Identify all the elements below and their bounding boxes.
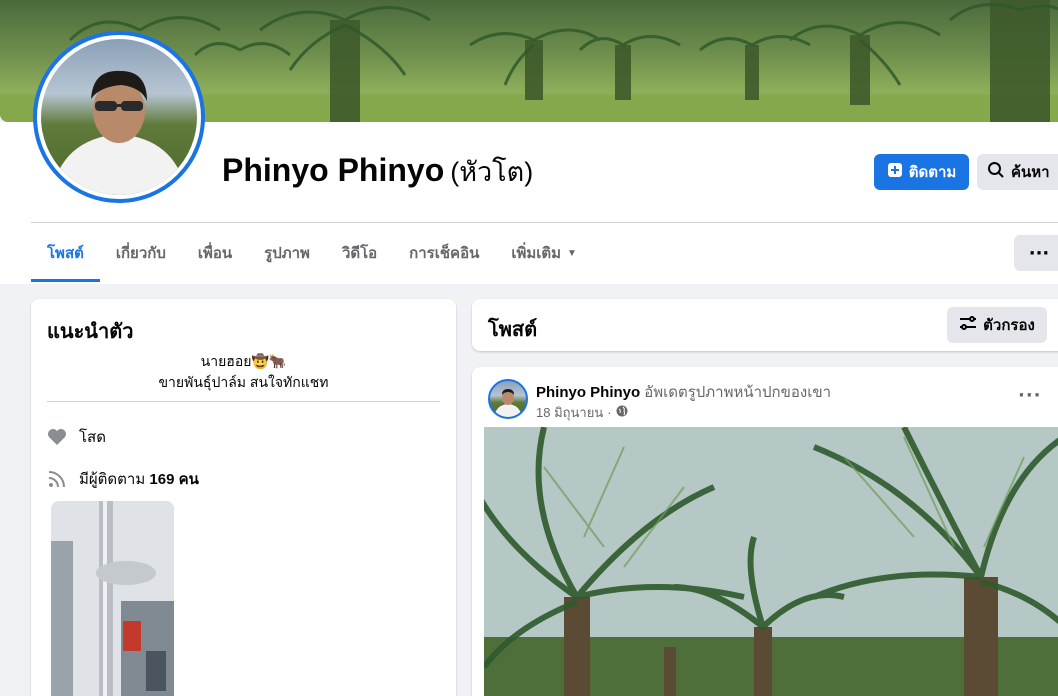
- tab-label: เพื่อน: [197, 245, 233, 262]
- tab-about[interactable]: เกี่ยวกับ: [100, 224, 182, 282]
- relationship-status: โสด: [79, 429, 106, 446]
- search-button-label: ค้นหา: [1011, 164, 1050, 181]
- profile-avatar[interactable]: [33, 31, 205, 203]
- tab-label: เพิ่มเติม: [511, 245, 562, 262]
- search-icon: [987, 161, 1005, 183]
- rss-icon: [47, 469, 67, 489]
- post-date[interactable]: 18 มิถุนายน: [536, 402, 603, 423]
- profile-name: Phinyo Phinyo (หัวโต): [222, 150, 533, 193]
- tab-photos[interactable]: รูปภาพ: [248, 224, 326, 282]
- sliders-icon: [959, 315, 977, 335]
- followers-text: มีผู้ติดตาม 169 คน: [79, 467, 199, 491]
- post-author-avatar[interactable]: [488, 379, 528, 419]
- more-dots-icon: ···: [1028, 242, 1050, 264]
- intro-card: แนะนำตัว นายฮอย🤠🐂 ขายพันธุ์ปาล์ม สนใจทัก…: [31, 299, 456, 696]
- filter-button-label: ตัวกรอง: [983, 317, 1035, 334]
- intro-title: แนะนำตัว: [47, 321, 134, 343]
- globe-icon: [616, 405, 628, 420]
- post-author-line: Phinyo Phinyo อัพเดตรูปภาพหน้าปกของเขา: [536, 380, 831, 404]
- post-card: Phinyo Phinyo อัพเดตรูปภาพหน้าปกของเขา 18…: [472, 367, 1058, 696]
- post-action-text: อัพเดตรูปภาพหน้าปกของเขา: [644, 384, 832, 401]
- tab-label: รูปภาพ: [264, 245, 310, 262]
- header-divider: [31, 222, 1058, 223]
- meta-separator: ·: [607, 405, 612, 420]
- more-options-button[interactable]: ···: [1014, 235, 1058, 271]
- profile-name-text: Phinyo Phinyo: [222, 152, 445, 188]
- bio-line-1: นายฮอย🤠🐂: [200, 353, 287, 369]
- intro-divider: [47, 401, 440, 402]
- tab-checkins[interactable]: การเช็คอิน: [393, 224, 495, 282]
- profile-photo: [41, 39, 197, 195]
- follow-button[interactable]: ติดตาม: [874, 154, 969, 190]
- posts-title: โพสต์: [488, 319, 538, 341]
- post-more-button[interactable]: ···: [1018, 385, 1042, 406]
- tab-posts[interactable]: โพสต์: [31, 224, 100, 282]
- filter-button[interactable]: ตัวกรอง: [947, 307, 1047, 343]
- followers-row[interactable]: มีผู้ติดตาม 169 คน: [47, 467, 199, 491]
- relationship-row: โสด: [47, 425, 106, 449]
- palm-trees-image: [484, 427, 1058, 696]
- post-author-name[interactable]: Phinyo Phinyo: [536, 384, 640, 401]
- tab-label: เกี่ยวกับ: [115, 245, 166, 262]
- posts-header-card: โพสต์ ตัวกรอง: [472, 299, 1058, 351]
- profile-alternate-name: (หัวโต): [450, 157, 534, 187]
- tab-more[interactable]: เพิ่มเติม ▼: [495, 224, 593, 282]
- featured-photo-image: [51, 501, 174, 696]
- tab-videos[interactable]: วิดีโอ: [326, 224, 393, 282]
- follow-button-label: ติดตาม: [908, 164, 957, 181]
- search-button[interactable]: ค้นหา: [977, 154, 1058, 190]
- caret-down-icon: ▼: [567, 247, 577, 259]
- post-meta: 18 มิถุนายน ·: [536, 402, 628, 423]
- post-photo[interactable]: [484, 427, 1058, 696]
- featured-photo[interactable]: [51, 501, 174, 696]
- followers-suffix: คน: [178, 471, 199, 488]
- plus-square-icon: [887, 162, 903, 182]
- tab-friends[interactable]: เพื่อน: [182, 224, 248, 282]
- followers-count: 169: [149, 471, 175, 488]
- intro-bio: นายฮอย🤠🐂 ขายพันธุ์ปาล์ม สนใจทักแชท: [31, 351, 456, 393]
- profile-tabs: โพสต์ เกี่ยวกับ เพื่อน รูปภาพ วิดีโอ การ…: [31, 224, 593, 282]
- bio-line-2: ขายพันธุ์ปาล์ม สนใจทักแชท: [158, 374, 329, 390]
- followers-prefix: มีผู้ติดตาม: [79, 471, 146, 488]
- tab-label: วิดีโอ: [341, 245, 378, 262]
- heart-icon: [47, 427, 67, 447]
- tab-label: โพสต์: [47, 245, 84, 262]
- tab-label: การเช็คอิน: [409, 245, 480, 262]
